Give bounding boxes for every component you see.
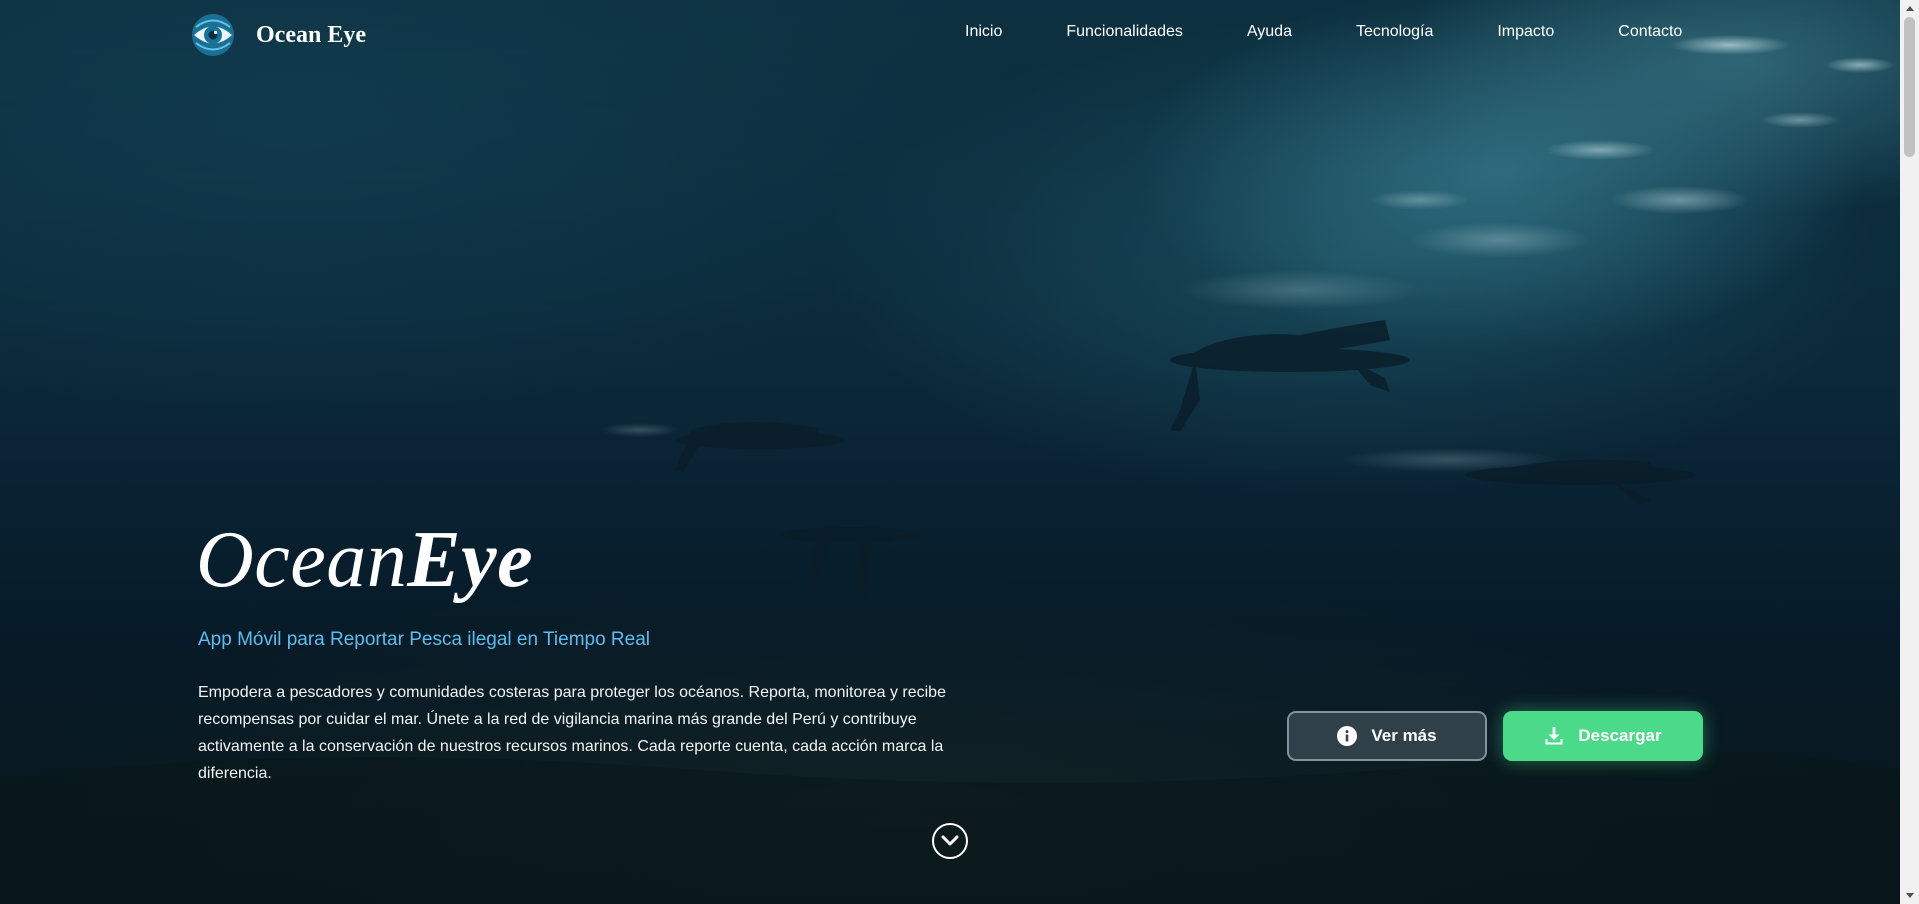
hero-headline: OceanEye — [196, 515, 533, 605]
top-navigation: Ocean Eye Inicio Funcionalidades Ayuda T… — [0, 0, 1900, 70]
hero-tagline: App Móvil para Reportar Pesca ilegal en … — [198, 629, 651, 650]
vertical-scrollbar[interactable] — [1900, 0, 1919, 904]
eye-logo-icon — [192, 14, 234, 56]
descargar-label: Descargar — [1578, 726, 1662, 745]
download-icon — [1545, 727, 1563, 745]
nav-links: Inicio Funcionalidades Ayuda Tecnología … — [965, 23, 1682, 41]
info-icon — [1337, 726, 1358, 746]
nav-link-funcionalidades[interactable]: Funcionalidades — [1066, 23, 1183, 41]
chevron-down-icon — [941, 835, 959, 846]
brand-name: Ocean Eye — [256, 21, 366, 48]
descargar-button[interactable]: Descargar — [1503, 711, 1703, 761]
nav-link-contacto[interactable]: Contacto — [1618, 23, 1682, 41]
nav-link-ayuda[interactable]: Ayuda — [1247, 23, 1292, 41]
ver-mas-label: Ver más — [1371, 726, 1437, 745]
scrollbar-thumb[interactable] — [1904, 17, 1915, 157]
headline-light: Ocean — [196, 516, 408, 604]
nav-link-inicio[interactable]: Inicio — [965, 23, 1002, 41]
scroll-up-arrow-icon[interactable] — [1900, 0, 1919, 17]
scroll-down-arrow-icon[interactable] — [1900, 887, 1919, 904]
scroll-down-button[interactable] — [932, 823, 968, 859]
brand[interactable]: Ocean Eye — [190, 12, 366, 58]
ver-mas-button[interactable]: Ver más — [1287, 711, 1487, 761]
hero-description: Empodera a pescadores y comunidades cost… — [198, 684, 946, 782]
headline-bold: Eye — [407, 516, 534, 604]
nav-link-impacto[interactable]: Impacto — [1497, 23, 1554, 41]
nav-link-tecnologia[interactable]: Tecnología — [1356, 23, 1433, 41]
